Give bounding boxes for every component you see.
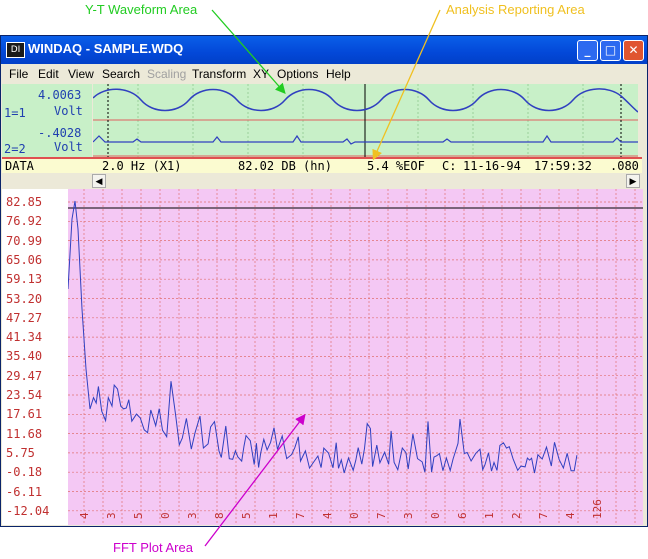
yt-waveform-svg	[92, 84, 639, 157]
fft-y-label: 23.54	[6, 388, 43, 402]
fft-x-label: 4	[321, 512, 334, 519]
status-c: C:	[442, 159, 457, 173]
menu-transform[interactable]: Transform	[192, 67, 246, 81]
fft-y-label: -12.04	[6, 503, 50, 518]
maximize-button[interactable]: □	[600, 40, 621, 61]
menu-scaling[interactable]: Scaling	[147, 67, 186, 81]
status-frequency: 2.0 Hz (X1)	[102, 159, 182, 173]
channel-2-label: 2=2	[4, 142, 26, 156]
menu-options[interactable]: Options	[277, 67, 318, 81]
analysis-callout-label: Analysis Reporting Area	[446, 2, 585, 17]
status-date: 11-16-94	[463, 159, 521, 173]
fft-y-axis-labels: 82.85 76.92 70.99 65.06 59.13 53.20 47.27 41.34…	[2, 189, 68, 525]
minimize-button[interactable]: _	[577, 40, 598, 61]
fft-y-label: 53.20	[6, 291, 43, 306]
fft-plot-svg: 4 3 5 0 3 8 5 1 7 4 0 7 3 0 6 1 2 7 4 126	[67, 189, 643, 525]
fft-y-label: 5.75	[6, 445, 35, 460]
fft-x-label: 0	[159, 512, 172, 519]
app-icon[interactable]: DI	[6, 42, 25, 58]
fft-y-label: 70.99	[6, 233, 43, 248]
close-button[interactable]: ✕	[623, 40, 644, 61]
fft-callout-label: FFT Plot Area	[113, 540, 193, 555]
menu-xy[interactable]: XY	[253, 67, 269, 81]
fft-x-label: 6	[456, 512, 469, 519]
fft-y-label: 59.13	[6, 272, 43, 287]
fft-x-label: 4	[564, 512, 577, 519]
fft-x-label: 4	[78, 512, 91, 519]
fft-y-label: -6.11	[6, 484, 43, 499]
horizontal-scrollbar[interactable]: ◀ ▶	[91, 173, 641, 189]
channel-1-unit: Volt	[54, 104, 83, 118]
status-interval: .080	[610, 159, 639, 173]
fft-x-label: 7	[294, 512, 307, 519]
fft-y-label: 11.68	[6, 426, 43, 441]
yt-callout-label: Y-T Waveform Area	[85, 2, 198, 17]
menu-bar: File Edit View Search Scaling Transform …	[1, 64, 647, 84]
scroll-left-arrow-icon[interactable]: ◀	[92, 174, 106, 188]
fft-y-label: 35.40	[6, 349, 43, 364]
fft-x-label: 3	[186, 512, 199, 519]
fft-y-label: 65.06	[6, 252, 43, 267]
menu-view[interactable]: View	[68, 67, 94, 81]
windaq-window: DI WINDAQ - SAMPLE.WDQ _ □ ✕ File Edit V…	[0, 35, 648, 527]
menu-file[interactable]: File	[9, 67, 28, 81]
fft-x-label: 7	[537, 512, 550, 519]
fft-y-label: 47.27	[6, 310, 43, 325]
fft-x-label: 3	[105, 512, 118, 519]
channel-1-value: 4.0063	[38, 88, 82, 102]
menu-edit[interactable]: Edit	[38, 67, 59, 81]
fft-x-label: 1	[267, 512, 280, 519]
fft-y-label: 76.92	[6, 214, 43, 229]
status-eof: 5.4 %EOF	[367, 159, 425, 173]
fft-y-label: -0.18	[6, 465, 43, 480]
status-time: 17:59:32	[534, 159, 592, 173]
fft-x-label: 0	[429, 512, 442, 519]
channel-2-unit: Volt	[54, 140, 83, 154]
fft-x-label: 5	[132, 512, 145, 519]
fft-plot-area[interactable]: 4 3 5 0 3 8 5 1 7 4 0 7 3 0 6 1 2 7 4 126	[67, 189, 643, 525]
scroll-right-arrow-icon[interactable]: ▶	[626, 174, 640, 188]
menu-help[interactable]: Help	[326, 67, 351, 81]
fft-x-label: 126	[591, 499, 604, 519]
menu-search[interactable]: Search	[102, 67, 140, 81]
fft-x-label: 0	[348, 512, 361, 519]
channel-labels-panel: 4.0063 1=1 Volt -.4028 2=2 Volt	[2, 84, 92, 157]
fft-x-label: 8	[213, 512, 226, 519]
fft-x-label: 1	[483, 512, 496, 519]
fft-y-label: 82.85	[6, 195, 43, 209]
status-db: 82.02 DB (hn)	[238, 159, 332, 173]
fft-x-label: 2	[510, 512, 523, 519]
fft-x-label: 5	[240, 512, 253, 519]
analysis-reporting-bar: DATA 2.0 Hz (X1) 82.02 DB (hn) 5.4 %EOF …	[2, 157, 642, 173]
channel-1-label: 1=1	[4, 106, 26, 120]
channel-2-value: -.4028	[38, 126, 82, 140]
window-title: WINDAQ - SAMPLE.WDQ	[28, 41, 184, 56]
title-bar[interactable]: DI WINDAQ - SAMPLE.WDQ _ □ ✕	[1, 36, 647, 64]
fft-x-label: 7	[375, 512, 388, 519]
yt-waveform-area[interactable]	[92, 84, 639, 157]
fft-y-label: 41.34	[6, 330, 43, 345]
fft-y-label: 17.61	[6, 407, 43, 422]
status-mode: DATA	[5, 159, 34, 173]
fft-y-label: 29.47	[6, 368, 43, 383]
fft-x-label: 3	[402, 512, 415, 519]
